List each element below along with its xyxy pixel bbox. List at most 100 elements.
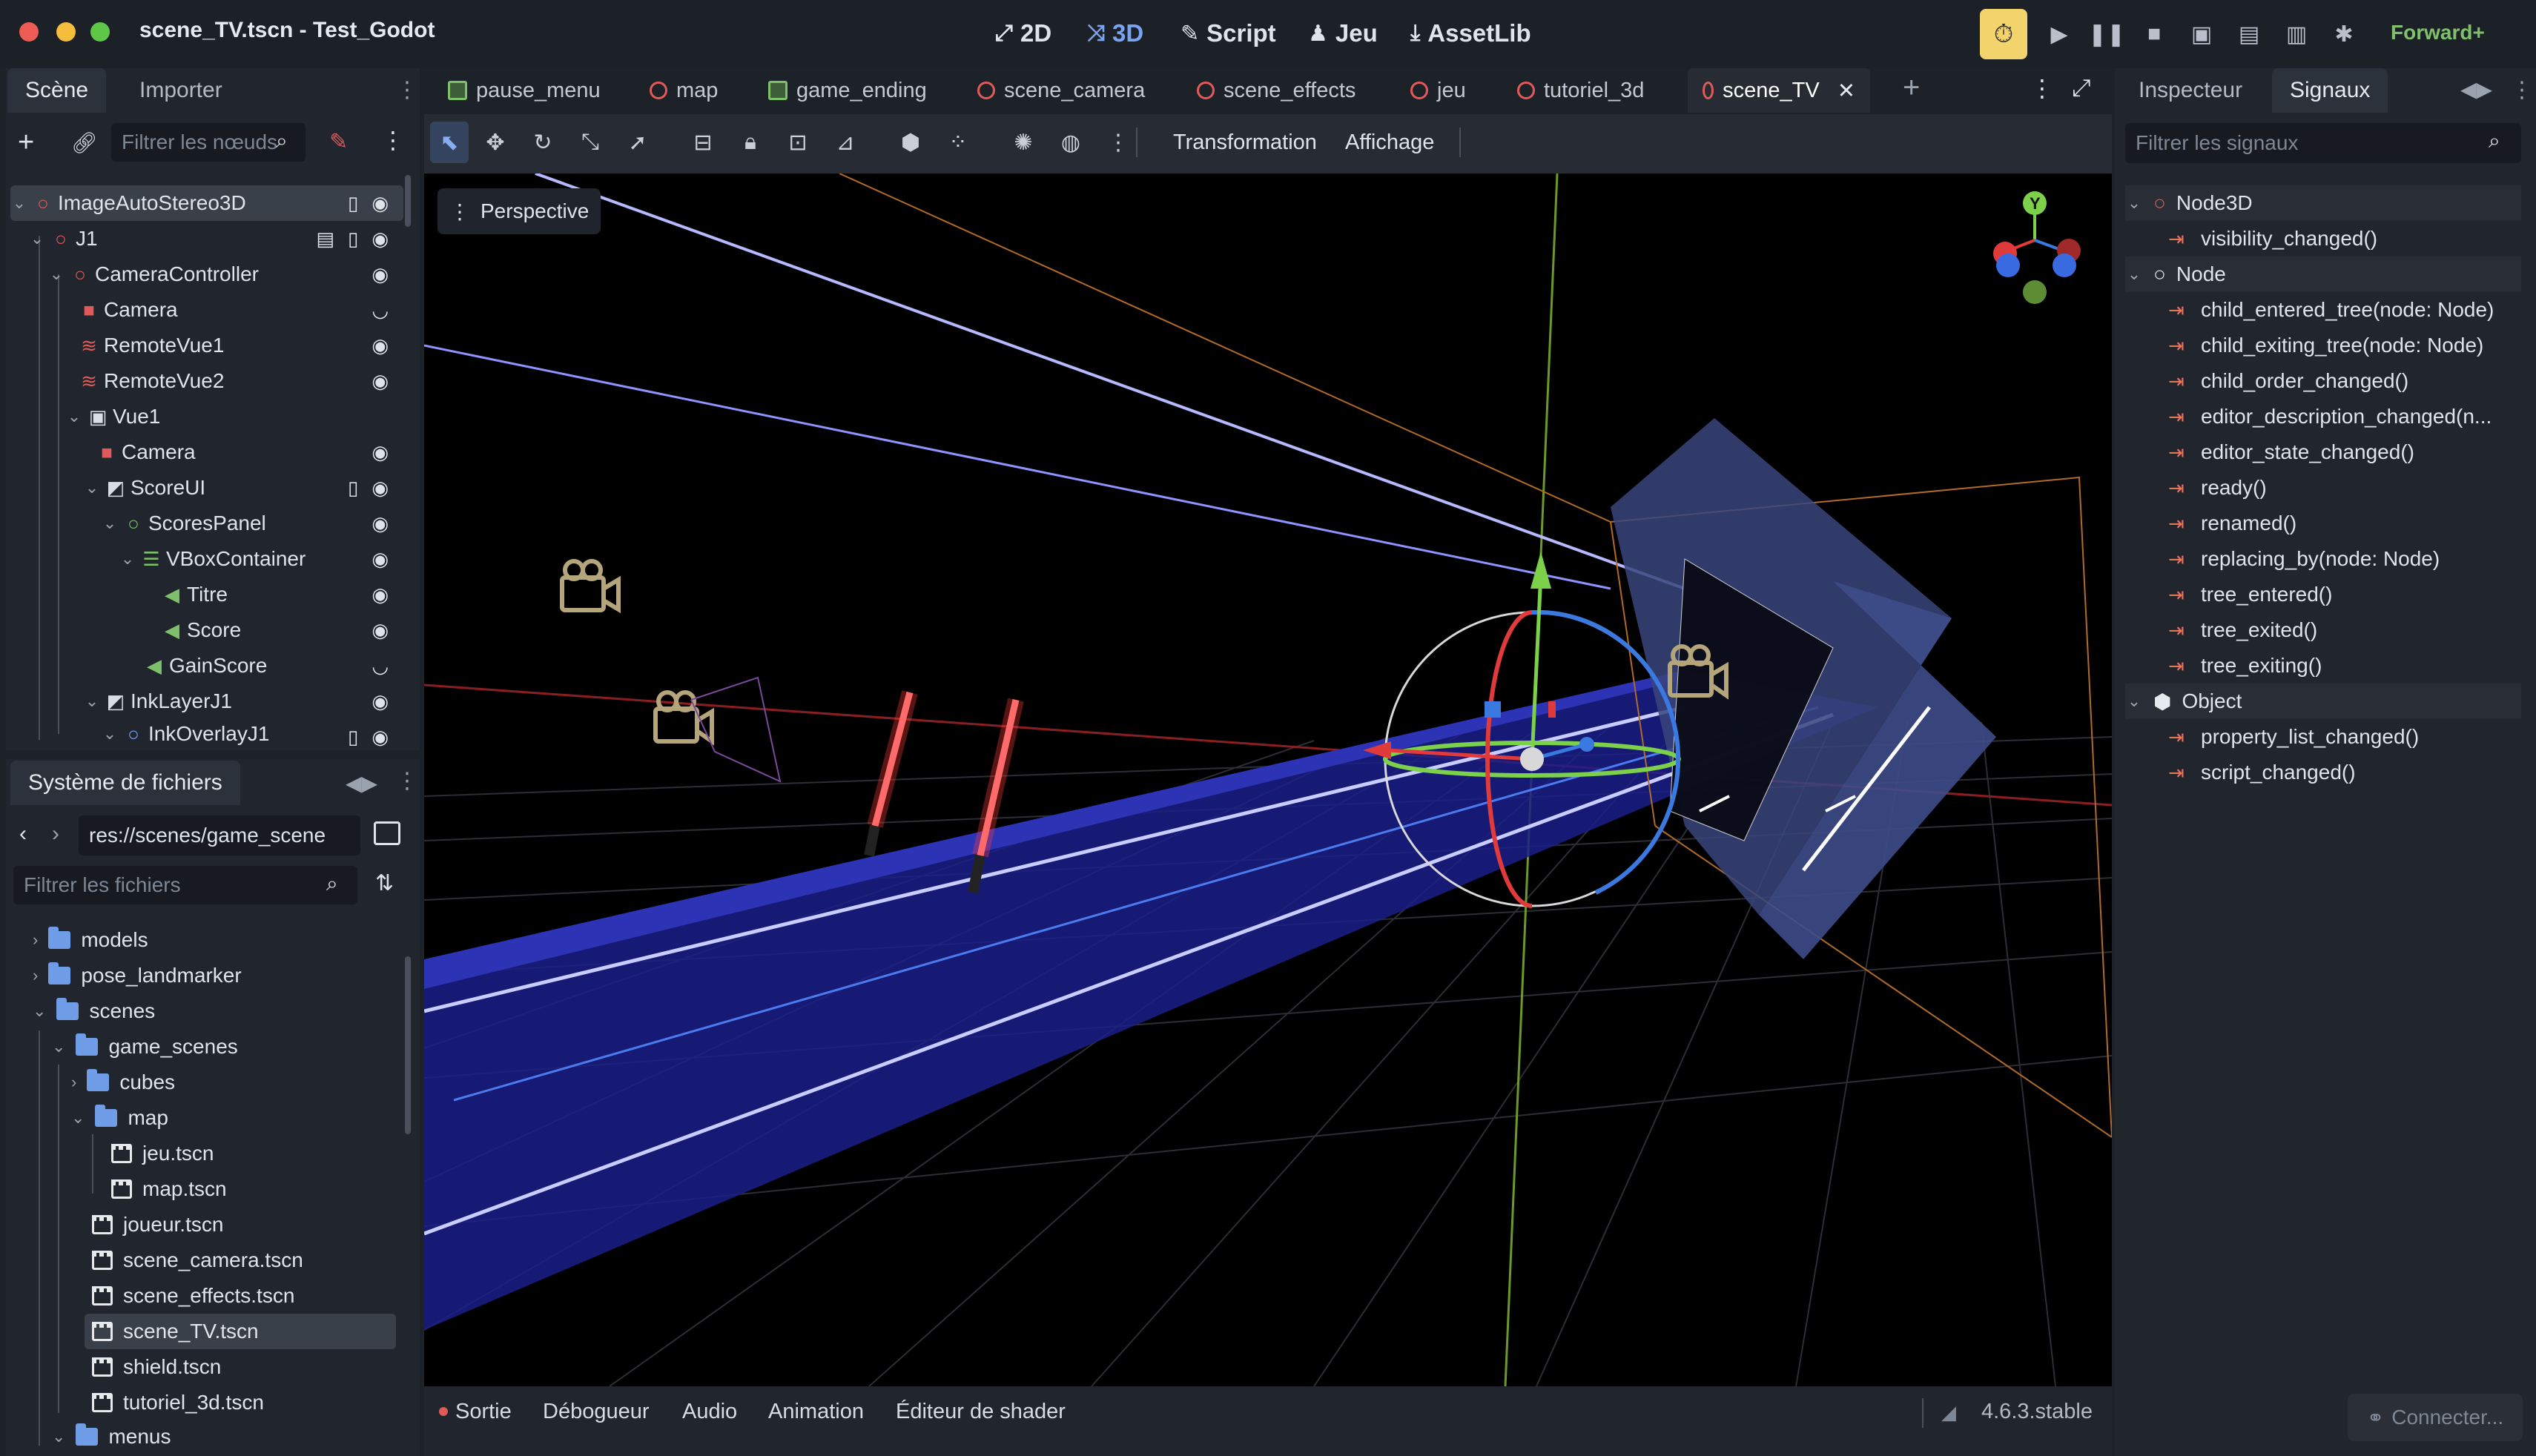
snap-button[interactable]: ⊿	[826, 122, 865, 163]
close-window-button[interactable]	[19, 22, 39, 42]
visibility-eye-icon[interactable]: ◉	[372, 583, 389, 606]
add-node-button[interactable]: +	[18, 125, 34, 160]
play-project-button[interactable]: ▶	[2041, 18, 2078, 50]
bottom-tab-debugger[interactable]: Débogueur	[543, 1400, 650, 1424]
scene-tree-scrollbar[interactable]	[405, 175, 411, 227]
visibility-eye-icon[interactable]: ◉	[372, 619, 389, 642]
rotate-mode-button[interactable]: ↻	[524, 122, 562, 163]
play-custom-scene-button[interactable]: ▥	[2278, 18, 2315, 50]
inspector-menu-icon[interactable]: ⋮	[2511, 77, 2533, 103]
tree-node-cameracontroller[interactable]: ⌄ ○ CameraController ◉	[47, 257, 403, 292]
file-item-jeu-tscn[interactable]: jeu.tscn	[111, 1136, 214, 1171]
editor-tab-scene-tv[interactable]: scene_TV ✕	[1688, 68, 1870, 113]
bottom-tab-shader-editor[interactable]: Éditeur de shader	[896, 1400, 1066, 1424]
tree-node-camera[interactable]: ■ Camera ◡	[74, 292, 403, 328]
tree-node-j1[interactable]: ⌄ ○ J1 ▤ ▯ ◉	[28, 221, 403, 257]
visibility-eye-icon[interactable]: ◉	[372, 192, 389, 215]
file-item-game-scenes[interactable]: ⌄ game_scenes	[52, 1029, 238, 1065]
editor-tab-scene-effects[interactable]: scene_effects	[1197, 68, 1355, 113]
script-icon[interactable]: ▯	[348, 228, 358, 251]
signal-item[interactable]: ⇥ tree_exited()	[2125, 612, 2521, 648]
visibility-hidden-icon[interactable]: ◡	[372, 299, 389, 322]
play-scene-button[interactable]: ▤	[2230, 18, 2268, 50]
zoom-window-button[interactable]	[90, 22, 110, 42]
visibility-eye-icon[interactable]: ◉	[372, 726, 389, 749]
editor-tab-map[interactable]: map	[650, 68, 718, 113]
signal-item[interactable]: ⇥ child_exiting_tree(node: Node)	[2125, 328, 2521, 363]
visibility-eye-icon[interactable]: ◉	[372, 334, 389, 357]
visibility-eye-icon[interactable]: ◉	[372, 512, 389, 535]
file-item-scene-camera-tscn[interactable]: scene_camera.tscn	[92, 1242, 303, 1278]
visibility-eye-icon[interactable]: ◉	[372, 263, 389, 286]
signal-item[interactable]: ⇥ renamed()	[2125, 506, 2521, 541]
editor-tab-jeu[interactable]: jeu	[1410, 68, 1466, 113]
tree-node-remotevue1[interactable]: ≋ RemoteVue1 ◉	[74, 328, 403, 363]
tab-inspector[interactable]: Inspecteur	[2121, 68, 2260, 113]
tree-node-inkoverlayj1[interactable]: ⌄ ○ InkOverlayJ1 ▯ ◉	[101, 719, 403, 749]
tab-scene[interactable]: Scène	[7, 68, 107, 113]
file-item-models[interactable]: › models	[33, 922, 148, 958]
remote-debug-button[interactable]: ▣	[2183, 18, 2220, 50]
version-label[interactable]: 4.6.3.stable	[1981, 1400, 2093, 1424]
script-icon[interactable]: ▯	[348, 726, 358, 749]
pause-button[interactable]: ❚❚	[2088, 18, 2125, 50]
transform-menu[interactable]: Transformation	[1173, 130, 1317, 155]
tabs-menu-icon[interactable]: ⋮	[2030, 74, 2054, 102]
signal-item[interactable]: ⇥ property_list_changed()	[2125, 719, 2521, 755]
tree-node-inklayerj1[interactable]: ⌄ ◩ InkLayerJ1 ◉	[83, 684, 403, 719]
visibility-eye-icon[interactable]: ◉	[372, 548, 389, 571]
script-icon[interactable]: ▯	[348, 192, 358, 215]
signal-item[interactable]: ⇥ script_changed()	[2125, 755, 2521, 790]
tree-node-scorespanel[interactable]: ⌄ ○ ScoresPanel ◉	[101, 506, 403, 541]
file-item-pose-landmarker[interactable]: › pose_landmarker	[33, 958, 242, 993]
file-item-scenes[interactable]: ⌄ scenes	[33, 993, 155, 1029]
bottom-tab-animation[interactable]: Animation	[768, 1400, 864, 1424]
script-icon[interactable]: ▯	[348, 477, 358, 500]
signal-item[interactable]: ⇥ tree_exiting()	[2125, 648, 2521, 684]
signal-item[interactable]: ⇥ child_order_changed()	[2125, 363, 2521, 399]
tree-node-camera-vue1[interactable]: ■ Camera ◉	[92, 434, 403, 470]
tree-node-imageautostereo3d[interactable]: ⌄ ○ ImageAutoStereo3D ▯ ◉	[10, 185, 403, 221]
movie-maker-button[interactable]: ⏱	[1980, 9, 2027, 59]
tab-filesystem[interactable]: Système de fichiers	[10, 761, 240, 805]
back-arrow-icon[interactable]: ‹	[19, 821, 27, 847]
tab-import[interactable]: Importer	[122, 68, 240, 113]
close-tab-icon[interactable]: ✕	[1837, 78, 1855, 104]
split-view-icon[interactable]	[374, 821, 400, 845]
editor-tab-tutoriel-3d[interactable]: tutoriel_3d	[1517, 68, 1644, 113]
physics-button[interactable]: ⁘	[939, 122, 977, 163]
lock-button[interactable]: 🔒︎	[731, 122, 770, 163]
file-item-tutoriel-3d-tscn[interactable]: tutoriel_3d.tscn	[92, 1385, 264, 1420]
editor-tab-scene-camera[interactable]: scene_camera	[977, 68, 1145, 113]
sort-icon[interactable]: ⇅	[375, 870, 394, 896]
signal-item[interactable]: ⇥ child_entered_tree(node: Node)	[2125, 292, 2521, 328]
attach-script-button[interactable]: ✎	[329, 129, 348, 155]
dock-arrows-icon[interactable]: ◀▶	[2460, 77, 2492, 102]
mode-game-button[interactable]: ♟ Jeu	[1308, 15, 1378, 52]
environment-preview-button[interactable]: ◍	[1051, 122, 1090, 163]
filesystem-menu-icon[interactable]: ⋮	[396, 768, 418, 794]
scale-mode-button[interactable]: ⤡	[571, 122, 610, 163]
file-item-scene-effects-tscn[interactable]: scene_effects.tscn	[92, 1278, 294, 1314]
file-filter-input[interactable]: Filtrer les fichiers	[13, 866, 357, 904]
signal-class-object[interactable]: ⌄ ⬢ Object	[2125, 684, 2521, 719]
connect-signal-button[interactable]: ⚭ Connecter...	[2348, 1394, 2523, 1441]
signal-class-node[interactable]: ⌄ ○ Node	[2125, 257, 2521, 292]
preview-camera-button[interactable]: ⬢	[891, 122, 930, 163]
clapper-icon[interactable]: ▤	[316, 228, 334, 251]
scene-tree-menu-icon[interactable]: ⋮	[381, 126, 405, 154]
signal-item[interactable]: ⇥ editor_description_changed(n...	[2125, 399, 2521, 434]
file-item-scene-tv-tscn[interactable]: scene_TV.tscn	[92, 1314, 259, 1349]
signal-filter-input[interactable]: Filtrer les signaux	[2125, 123, 2521, 163]
lock-transform-button[interactable]: ⊟	[684, 122, 722, 163]
file-item-joueur-tscn[interactable]: joueur.tscn	[92, 1207, 223, 1242]
renderer-selector[interactable]: Forward+	[2391, 21, 2485, 44]
filesystem-scrollbar[interactable]	[405, 956, 411, 1134]
tree-node-gainscore[interactable]: ◀ GainScore ◡	[139, 648, 403, 684]
instance-scene-button[interactable]: 🔗︎	[71, 130, 98, 155]
axis-navigation-gizmo[interactable]: Y	[1993, 191, 2081, 304]
group-button[interactable]: ⊡	[779, 122, 817, 163]
visibility-eye-icon[interactable]: ◉	[372, 228, 389, 251]
file-item-map-tscn[interactable]: map.tscn	[111, 1171, 227, 1207]
stop-button[interactable]: ■	[2136, 18, 2173, 50]
